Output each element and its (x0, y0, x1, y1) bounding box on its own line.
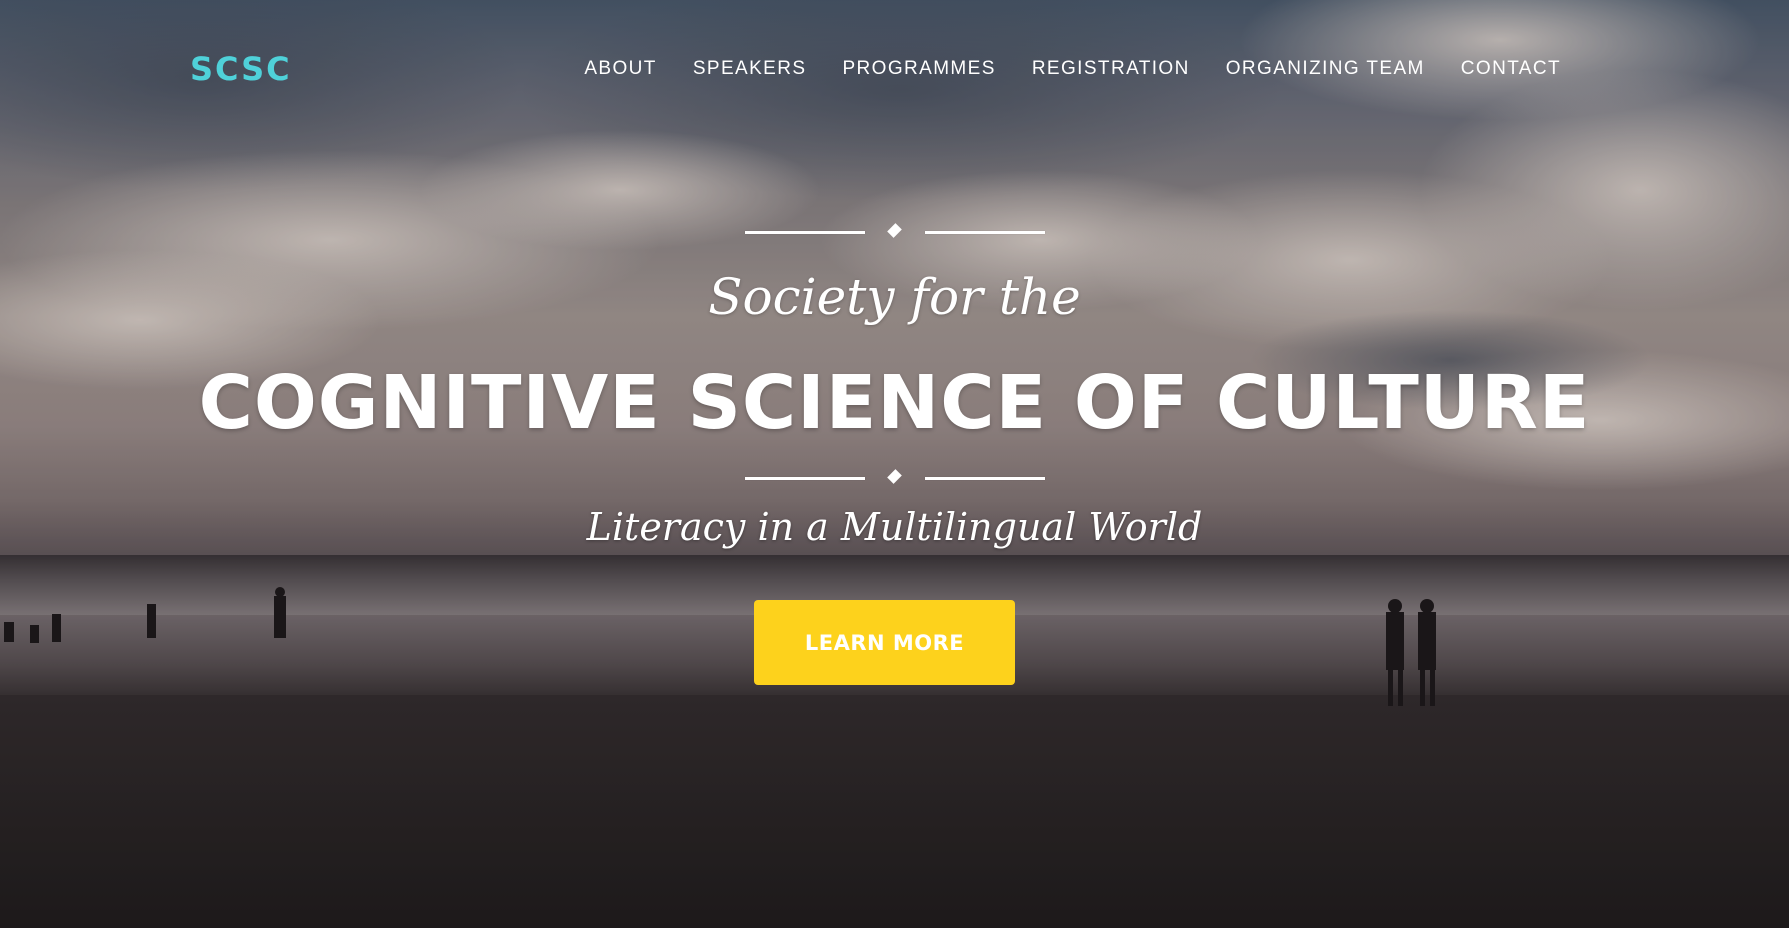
navbar: SCSC ABOUT SPEAKERS PROGRAMMES REGISTRAT… (0, 0, 1789, 140)
masthead-subtitle: Society for the (708, 268, 1081, 326)
diamond-icon (886, 223, 902, 238)
nav-link-speakers[interactable]: SPEAKERS (693, 58, 807, 80)
nav-link-organizing-team[interactable]: ORGANIZING TEAM (1226, 58, 1425, 80)
nav-links: ABOUT SPEAKERS PROGRAMMES REGISTRATION O… (584, 58, 1561, 80)
masthead-title: COGNITIVE SCIENCE OF CULTURE (198, 360, 1591, 446)
masthead-tagline: Literacy in a Multilingual World (586, 505, 1203, 549)
learn-more-button[interactable]: LEARN MORE (754, 600, 1015, 685)
nav-link-about[interactable]: ABOUT (584, 58, 656, 80)
hero-background: SCSC ABOUT SPEAKERS PROGRAMMES REGISTRAT… (0, 0, 1789, 928)
divider-line (744, 477, 865, 480)
nav-link-registration[interactable]: REGISTRATION (1032, 58, 1190, 80)
nav-link-programmes[interactable]: PROGRAMMES (842, 58, 995, 80)
divider-bottom (744, 469, 1045, 486)
diamond-icon (886, 469, 902, 484)
brand-logo[interactable]: SCSC (190, 50, 292, 88)
nav-link-contact[interactable]: CONTACT (1461, 58, 1561, 80)
divider-top (744, 223, 1045, 240)
divider-line (924, 477, 1045, 480)
divider-line (744, 231, 865, 234)
divider-line (924, 231, 1045, 234)
